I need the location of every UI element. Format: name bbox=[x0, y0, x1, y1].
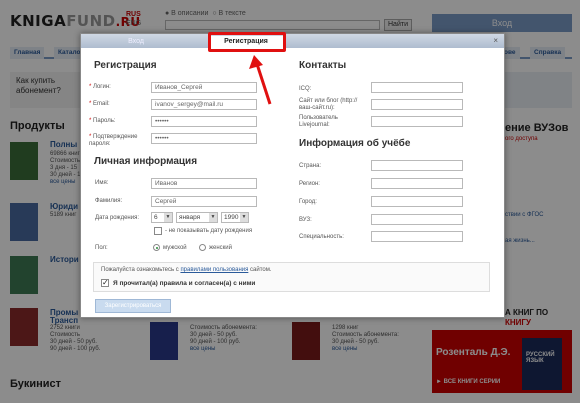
country-label: Страна: bbox=[299, 163, 322, 169]
email-label: * Email: bbox=[89, 101, 110, 107]
annotation-arrow-icon bbox=[249, 55, 272, 105]
register-button[interactable]: Зарегистрироваться bbox=[95, 299, 171, 313]
specialty-label: Специальность: bbox=[299, 234, 344, 240]
registration-heading: Регистрация bbox=[94, 60, 157, 71]
terms-box: Пожалуйста ознакомьтесь с правилами поль… bbox=[93, 262, 490, 292]
hide-birthdate-checkbox[interactable] bbox=[154, 227, 162, 235]
close-icon[interactable]: × bbox=[493, 36, 498, 45]
contacts-heading: Контакты bbox=[299, 60, 347, 71]
country-field[interactable] bbox=[371, 160, 463, 171]
region-field[interactable] bbox=[371, 178, 463, 189]
confirm-password-label: * Подтверждение пароля: bbox=[89, 134, 138, 147]
hide-birthdate-label: - не показывать дату рождения bbox=[165, 228, 253, 234]
password-label: * Пароль: bbox=[89, 118, 116, 124]
gender-female-label: женский bbox=[209, 245, 232, 251]
vuz-label: ВУЗ: bbox=[299, 217, 312, 223]
birth-year-select[interactable]: 1990 ▼ bbox=[221, 212, 249, 223]
agree-checkbox[interactable] bbox=[101, 278, 109, 287]
site-field[interactable] bbox=[371, 99, 463, 110]
chevron-down-icon: ▼ bbox=[209, 213, 217, 222]
vuz-field[interactable] bbox=[371, 214, 463, 225]
education-heading: Информация об учёбе bbox=[299, 138, 411, 149]
registration-dialog: Вход Регистрация × Регистрация * Логин: … bbox=[80, 33, 505, 318]
personal-info-heading: Личная информация bbox=[94, 156, 198, 167]
surname-label: Фамилия: bbox=[95, 198, 123, 204]
confirm-password-field[interactable]: •••••• bbox=[151, 133, 257, 144]
city-field[interactable] bbox=[371, 196, 463, 207]
birthdate-label: Дата рождения: bbox=[95, 215, 139, 221]
gender-label: Пол: bbox=[95, 245, 108, 251]
agree-label: Я прочитал(а) правила и согласен(а) с ни… bbox=[113, 280, 256, 287]
name-label: Имя: bbox=[95, 180, 109, 186]
icq-label: ICQ: bbox=[299, 86, 312, 92]
terms-link[interactable]: правилами пользования bbox=[180, 267, 248, 273]
site-label: Сайт или блог (http://ваш-сайт.ru): bbox=[299, 98, 358, 111]
city-label: Город: bbox=[299, 199, 317, 205]
region-label: Регион: bbox=[299, 181, 320, 187]
birth-day-select[interactable]: 6 ▼ bbox=[151, 212, 173, 223]
gender-male-radio[interactable] bbox=[153, 244, 160, 251]
dialog-header: Вход Регистрация × bbox=[81, 34, 504, 48]
livejournal-label: Пользователь Livejournal: bbox=[299, 115, 338, 128]
chevron-down-icon: ▼ bbox=[164, 213, 172, 222]
gender-female-radio[interactable] bbox=[199, 244, 206, 251]
icq-field[interactable] bbox=[371, 82, 463, 93]
surname-field[interactable]: Сергей bbox=[151, 196, 257, 207]
password-field[interactable]: •••••• bbox=[151, 116, 257, 127]
birth-month-select[interactable]: января ▼ bbox=[176, 212, 218, 223]
name-field[interactable]: Иванов bbox=[151, 178, 257, 189]
terms-text: Пожалуйста ознакомьтесь с правилами поль… bbox=[101, 267, 272, 273]
highlight-annotation-box bbox=[208, 32, 286, 52]
specialty-field[interactable] bbox=[371, 231, 463, 242]
gender-male-label: мужской bbox=[163, 245, 187, 251]
livejournal-field[interactable] bbox=[371, 116, 463, 127]
tab-login[interactable]: Вход bbox=[111, 36, 161, 48]
chevron-down-icon: ▼ bbox=[240, 213, 248, 222]
login-label: * Логин: bbox=[89, 84, 111, 90]
